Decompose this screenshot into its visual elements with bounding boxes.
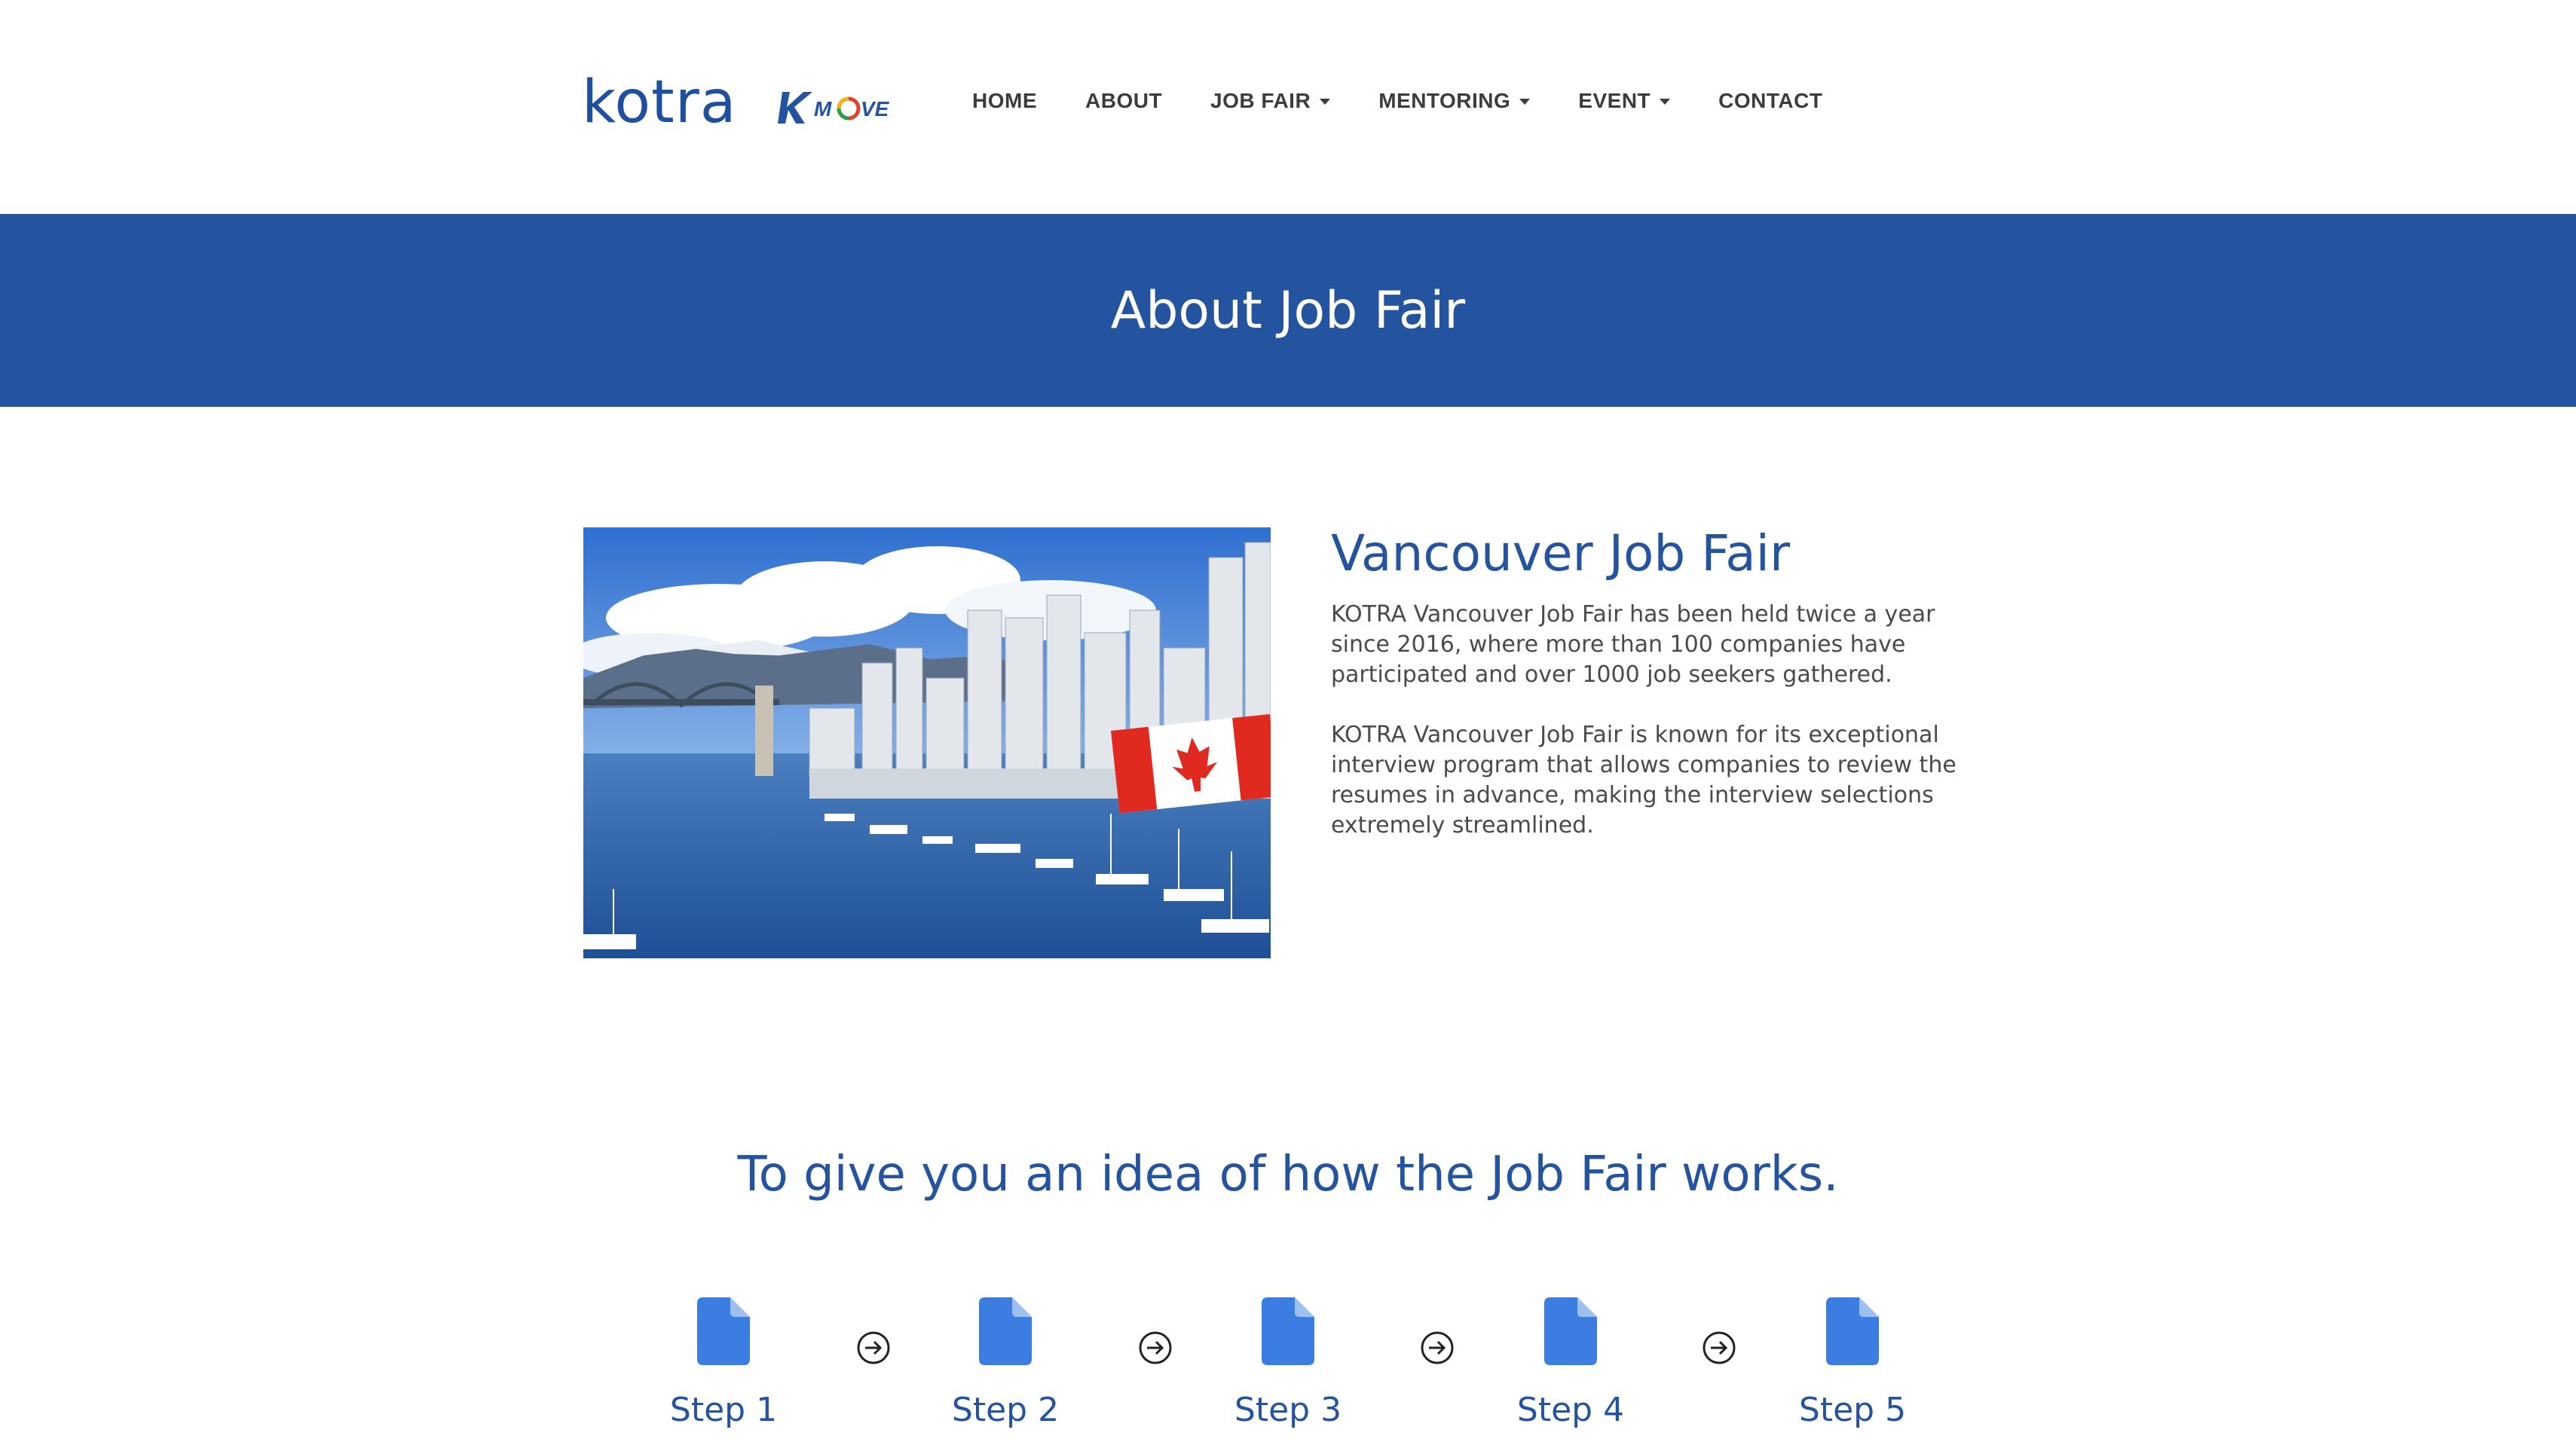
step-label: Step 4 — [1516, 1391, 1625, 1429]
step-label: Step 2 — [951, 1391, 1060, 1429]
page-banner: About Job Fair — [0, 214, 2576, 407]
nav-about[interactable]: ABOUT — [1085, 89, 1162, 113]
about-paragraph-2: KOTRA Vancouver Job Fair is known for it… — [1331, 722, 1956, 839]
about-paragraph-1: KOTRA Vancouver Job Fair has been held t… — [1331, 601, 1935, 688]
kotra-logo[interactable]: kotra — [582, 72, 737, 133]
svg-text:VE: VE — [861, 97, 890, 121]
how-it-works-heading: To give you an idea of how the Job Fair … — [737, 1147, 1839, 1202]
nav-contact-label: CONTACT — [1718, 89, 1823, 112]
document-icon — [697, 1297, 750, 1365]
nav-about-label: ABOUT — [1085, 89, 1163, 112]
document-icon — [979, 1297, 1032, 1365]
nav-job-fair-dropdown[interactable]: JOB FAIR — [1210, 89, 1331, 113]
nav-mentoring-label: MENTORING — [1378, 89, 1511, 112]
step-3[interactable]: Step 3 — [1198, 1297, 1378, 1429]
site-header: kotra M VE HOME ABOUT JOB FAIR MENTORING… — [0, 0, 2576, 214]
step-1[interactable]: Step 1 — [633, 1297, 814, 1429]
kmove-logo[interactable]: M VE — [776, 84, 904, 130]
step-label: Step 1 — [669, 1391, 778, 1429]
svg-text:M: M — [814, 97, 832, 121]
step-label: Step 3 — [1234, 1391, 1342, 1429]
nav-contact[interactable]: CONTACT — [1718, 89, 1822, 113]
arrow-right-circle-icon — [857, 1331, 890, 1364]
document-icon — [1544, 1297, 1597, 1365]
about-heading: Vancouver Job Fair — [1331, 524, 1791, 582]
step-4[interactable]: Step 4 — [1480, 1297, 1661, 1429]
vancouver-city-photo — [583, 527, 1271, 958]
nav-home-label: HOME — [972, 89, 1037, 112]
nav-event-dropdown[interactable]: EVENT — [1578, 89, 1671, 113]
nav-event-label: EVENT — [1578, 89, 1651, 112]
arrow-right-circle-icon — [1421, 1331, 1454, 1364]
arrow-right-circle-icon — [1139, 1331, 1172, 1364]
nav-mentoring-dropdown[interactable]: MENTORING — [1378, 89, 1531, 113]
document-icon — [1826, 1297, 1879, 1365]
nav-job-fair-label: JOB FAIR — [1210, 89, 1311, 112]
main-nav: HOME ABOUT JOB FAIR MENTORING EVENT CONT… — [972, 84, 1822, 118]
caret-down-icon — [1660, 99, 1671, 105]
nav-home[interactable]: HOME — [972, 89, 1037, 113]
step-5[interactable]: Step 5 — [1762, 1297, 1943, 1429]
caret-down-icon — [1519, 99, 1531, 105]
page-title: About Job Fair — [1110, 280, 1466, 341]
arrow-right-circle-icon — [1703, 1331, 1736, 1364]
document-icon — [1262, 1297, 1314, 1365]
caret-down-icon — [1320, 99, 1331, 105]
step-label: Step 5 — [1798, 1391, 1907, 1429]
step-2[interactable]: Step 2 — [915, 1297, 1096, 1429]
